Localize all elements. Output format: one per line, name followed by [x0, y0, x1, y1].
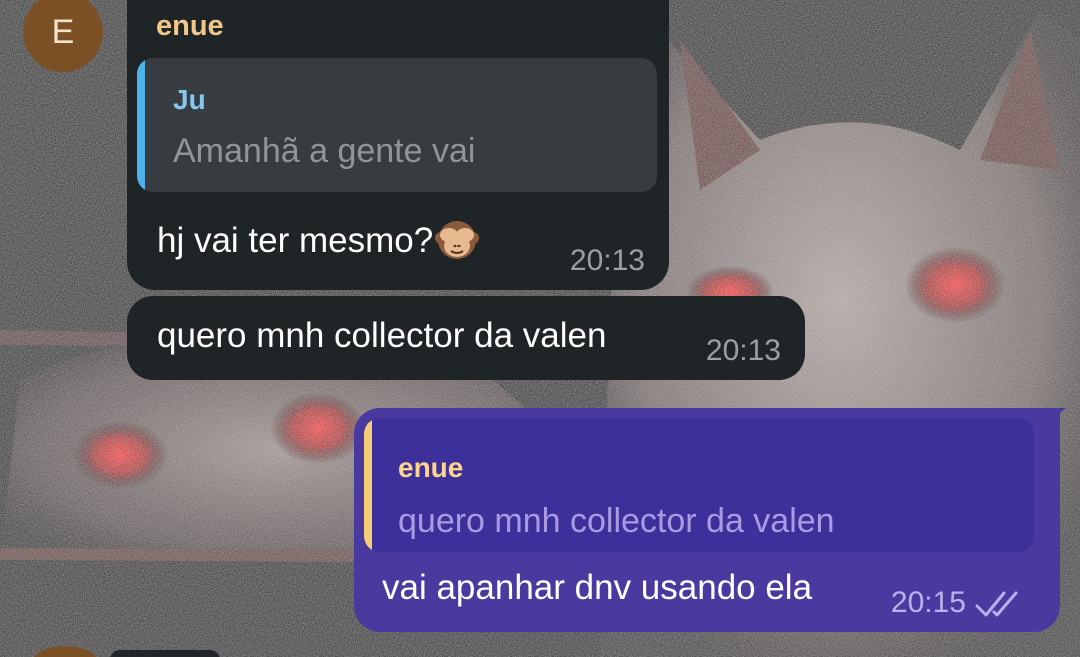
reply-text: Amanhã a gente vai	[173, 132, 476, 170]
message-text: quero mnh collector da valen	[157, 316, 607, 355]
reply-bar	[364, 418, 372, 552]
message-text: vai apanhar dnv usando ela	[382, 568, 813, 607]
reply-text: quero mnh collector da valen	[398, 502, 835, 540]
message-text-wrap: hj vai ter mesmo?	[157, 218, 480, 271]
message-bubble[interactable]	[110, 650, 220, 657]
message-bubble[interactable]: enue Ju Amanhã a gente vai hj vai ter me…	[127, 0, 669, 290]
message-text: hj vai ter mesmo?	[157, 221, 434, 260]
bubble-tail	[1040, 408, 1066, 430]
message-time: 20:15	[890, 586, 966, 619]
double-check-icon	[975, 591, 1018, 617]
message-bubble[interactable]: enue quero mnh collector da valen vai ap…	[354, 408, 1060, 632]
reply-sender-name: enue	[398, 452, 464, 483]
chat-view: E enue Ju Amanhã a gente vai hj vai ter …	[0, 0, 1080, 657]
see-no-evil-monkey-icon	[435, 218, 480, 271]
message-time: 20:13	[705, 334, 781, 367]
sender-name[interactable]: enue	[156, 10, 224, 43]
reply-preview[interactable]: Ju Amanhã a gente vai	[137, 58, 657, 192]
message-bubble[interactable]: quero mnh collector da valen 20:13	[127, 296, 805, 380]
reply-bar	[137, 58, 145, 192]
reply-sender-name: Ju	[173, 84, 206, 115]
reply-preview[interactable]: enue quero mnh collector da valen	[364, 418, 1034, 552]
message-time: 20:13	[569, 244, 645, 277]
avatar-letter: E	[51, 12, 75, 51]
